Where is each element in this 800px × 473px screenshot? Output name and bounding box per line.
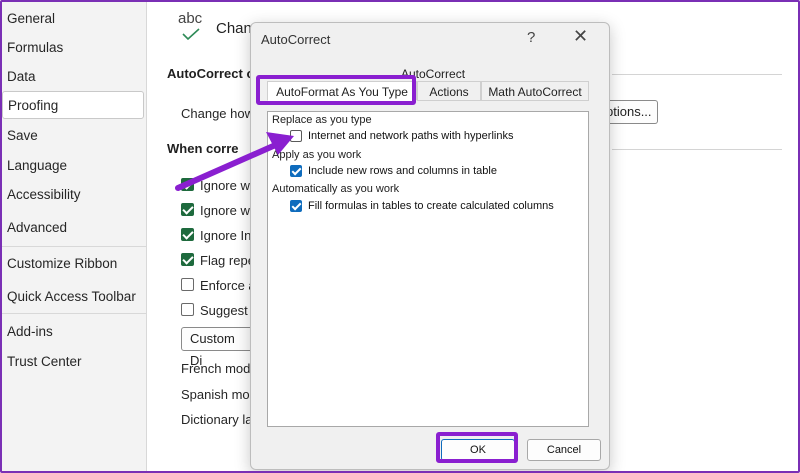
sidebar-item-quick-access-toolbar[interactable]: Quick Access Toolbar bbox=[2, 283, 144, 311]
option-label: Ignore In bbox=[200, 228, 252, 243]
option-label: Internet and network paths with hyperlin… bbox=[308, 130, 514, 142]
proofing-heading: Chan bbox=[216, 20, 252, 37]
ignore-numbers-checkbox[interactable] bbox=[181, 203, 194, 216]
ignore-internet-checkbox[interactable] bbox=[181, 228, 194, 241]
highlight-autoformat-tab bbox=[256, 75, 416, 105]
section-divider bbox=[612, 149, 782, 150]
autocorrect-section-title: AutoCorrect o bbox=[167, 66, 255, 81]
option-label: Flag repe bbox=[200, 253, 255, 268]
sidebar-item-accessibility[interactable]: Accessibility bbox=[2, 181, 144, 209]
tab-actions[interactable]: Actions bbox=[417, 81, 481, 101]
highlight-ok-button bbox=[436, 432, 518, 463]
sidebar-item-trust-center[interactable]: Trust Center bbox=[2, 348, 144, 376]
help-icon[interactable]: ? bbox=[527, 29, 535, 46]
group-heading: Replace as you type bbox=[272, 114, 372, 126]
dialog-title: AutoCorrect bbox=[261, 32, 331, 47]
custom-dictionaries-button[interactable]: Custom Di bbox=[181, 327, 253, 368]
flag-repeated-checkbox[interactable] bbox=[181, 253, 194, 266]
tab-math-autocorrect[interactable]: Math AutoCorrect bbox=[481, 81, 589, 101]
sidebar-item-general[interactable]: General bbox=[2, 5, 144, 33]
sidebar-item-proofing[interactable]: Proofing bbox=[2, 91, 144, 119]
sidebar-item-language[interactable]: Language bbox=[2, 152, 144, 180]
sidebar-divider bbox=[2, 313, 146, 314]
group-heading: Apply as you work bbox=[272, 149, 362, 161]
sidebar-divider bbox=[2, 246, 146, 247]
enforce-accented-checkbox[interactable] bbox=[181, 278, 194, 291]
option-label: Include new rows and columns in table bbox=[308, 165, 497, 177]
option-label: Ignore w bbox=[200, 203, 250, 218]
include-rows-columns-checkbox[interactable] bbox=[290, 165, 302, 177]
cancel-button[interactable]: Cancel bbox=[527, 439, 601, 461]
option-label: Ignore w bbox=[200, 178, 250, 193]
spanish-modes-label: Spanish mod bbox=[181, 387, 257, 402]
sidebar-item-data[interactable]: Data bbox=[2, 63, 144, 91]
sidebar-item-customize-ribbon[interactable]: Customize Ribbon bbox=[2, 250, 144, 278]
app-window: General Formulas Data Proofing Save Lang… bbox=[0, 0, 800, 473]
hyperlinks-checkbox[interactable] bbox=[290, 130, 302, 142]
sidebar-item-save[interactable]: Save bbox=[2, 122, 144, 150]
fill-formulas-checkbox[interactable] bbox=[290, 200, 302, 212]
option-label: Enforce a bbox=[200, 278, 256, 293]
group-heading: Automatically as you work bbox=[272, 183, 400, 195]
change-how-text: Change how bbox=[181, 106, 254, 121]
option-label: Suggest bbox=[200, 303, 248, 318]
when-correcting-section-title: When corre bbox=[167, 141, 239, 156]
sidebar: General Formulas Data Proofing Save Lang… bbox=[2, 2, 147, 471]
option-label: Fill formulas in tables to create calcul… bbox=[308, 200, 554, 212]
close-icon[interactable]: ✕ bbox=[573, 26, 588, 47]
suggest-checkbox[interactable] bbox=[181, 303, 194, 316]
tab-panel: Replace as you type Internet and network… bbox=[267, 111, 589, 427]
dictionary-language-label: Dictionary la bbox=[181, 412, 253, 427]
ignore-uppercase-checkbox[interactable] bbox=[181, 178, 194, 191]
abc-label: abc bbox=[178, 10, 203, 27]
checkmark-icon bbox=[182, 28, 200, 40]
french-modes-label: French mod bbox=[181, 361, 251, 376]
sidebar-item-advanced[interactable]: Advanced bbox=[2, 214, 144, 242]
sidebar-item-add-ins[interactable]: Add-ins bbox=[2, 318, 144, 346]
section-divider bbox=[612, 74, 782, 75]
sidebar-item-formulas[interactable]: Formulas bbox=[2, 34, 144, 62]
